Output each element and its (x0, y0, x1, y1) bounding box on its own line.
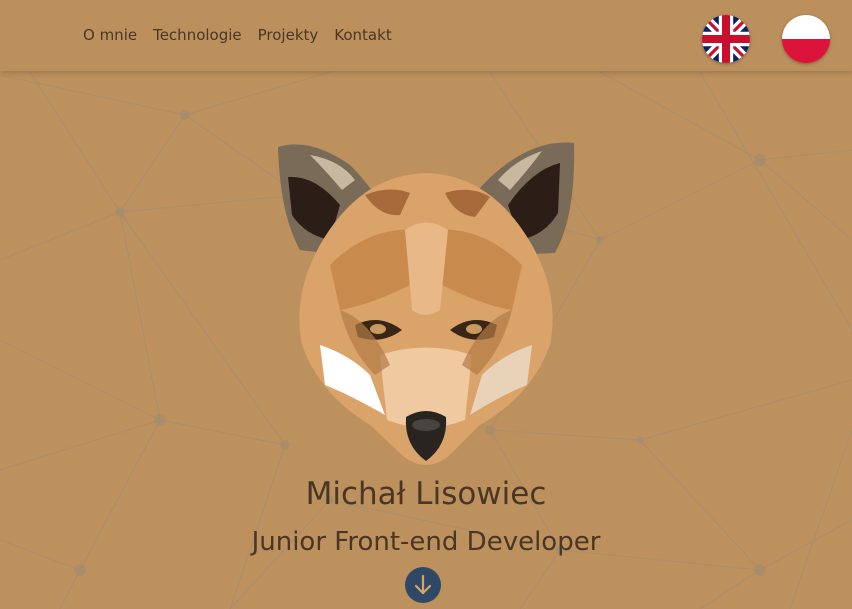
nav-link-contact[interactable]: Kontakt (334, 26, 391, 44)
arrow-down-icon (414, 574, 432, 595)
hero-name: Michał Lisowiec (305, 476, 547, 512)
hero-role: Junior Front-end Developer (251, 527, 601, 557)
fox-logo (278, 142, 575, 465)
scroll-down-button[interactable] (405, 567, 441, 603)
pl-flag-icon[interactable] (782, 15, 830, 63)
nav-link-projects[interactable]: Projekty (258, 26, 319, 44)
nav-link-about[interactable]: O mnie (83, 26, 137, 44)
uk-flag-icon[interactable] (702, 15, 750, 63)
nav-link-technologies[interactable]: Technologie (153, 26, 242, 44)
nav-menu: O mnie Technologie Projekty Kontakt (83, 26, 392, 44)
navbar: O mnie Technologie Projekty Kontakt (0, 0, 852, 71)
